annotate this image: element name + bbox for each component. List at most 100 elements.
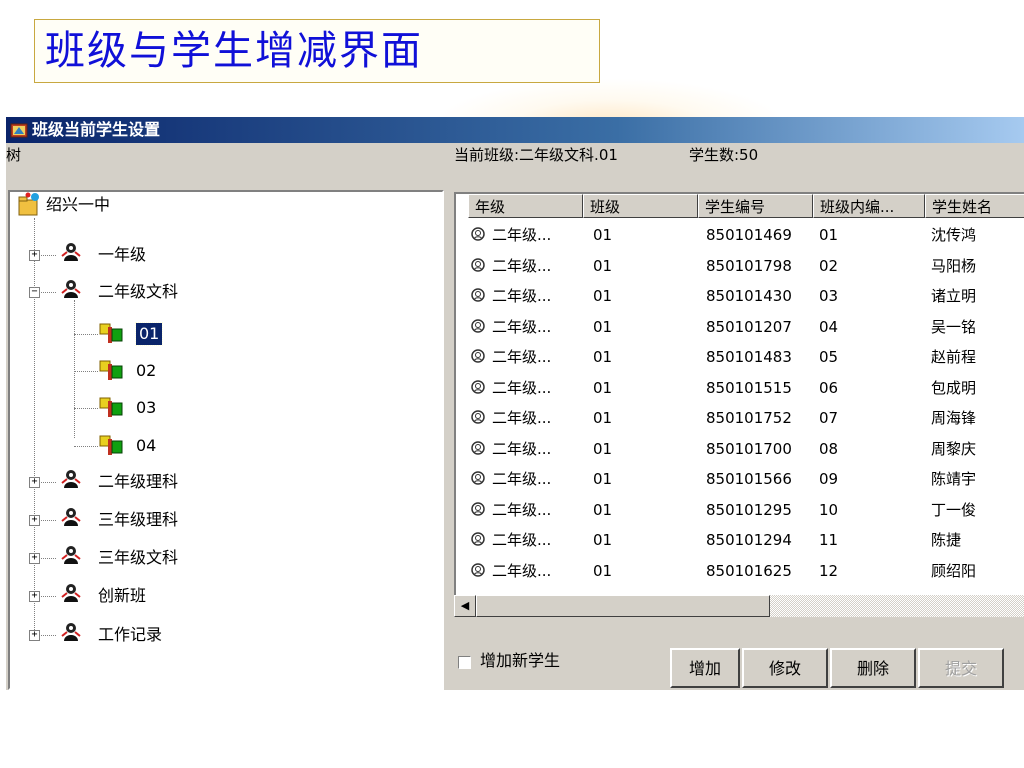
student-icon (471, 471, 485, 485)
scrollbar-thumb[interactable] (476, 595, 770, 617)
tree-node-grade[interactable]: 一年级 (58, 243, 298, 266)
collapse-icon[interactable]: − (29, 287, 40, 298)
tree-node-grade[interactable]: 工作记录 (58, 621, 298, 649)
table-row[interactable]: 二年级... 01 850101207 04 吴一铭 (456, 314, 1024, 340)
student-icon (471, 410, 485, 424)
school-icon (16, 191, 42, 223)
edit-button[interactable]: 修改 (742, 648, 828, 688)
group-person-icon (58, 278, 84, 306)
tree-node-class-02[interactable]: 02 (98, 360, 198, 382)
table-cell: 沈传鸿 (931, 226, 977, 244)
table-cell: 二年级... (492, 531, 552, 549)
tree-node-grade[interactable]: 二年级文科 (58, 278, 298, 306)
expand-icon[interactable]: + (29, 515, 40, 526)
table-cell: 01 (593, 409, 613, 427)
tree-node-grade[interactable]: 三年级文科 (58, 546, 298, 569)
col-student-id[interactable]: 学生编号 (698, 194, 813, 218)
add-new-student-label: 增加新学生 (480, 651, 561, 670)
table-row[interactable]: 二年级... 01 850101294 11 陈捷 (456, 527, 1024, 553)
table-row[interactable]: 二年级... 01 850101430 03 诸立明 (456, 283, 1024, 309)
table-cell: 01 (593, 348, 613, 366)
table-cell: 吴一铭 (931, 317, 977, 336)
tree-root-label: 绍兴一中 (46, 195, 111, 214)
student-icon (471, 349, 485, 363)
tree-node-grade[interactable]: 二年级理科 (58, 468, 298, 496)
submit-button[interactable]: 提交 (918, 648, 1004, 688)
table-row[interactable]: 二年级... 01 850101752 07 周海锋 (456, 405, 1024, 431)
tree-node-label: 工作记录 (98, 625, 163, 644)
table-cell: 01 (593, 317, 613, 336)
tree-node-label: 04 (136, 436, 157, 455)
table-cell: 01 (593, 439, 613, 458)
expand-icon[interactable]: + (29, 250, 40, 261)
group-person-icon (58, 621, 84, 649)
checkbox-box[interactable] (458, 656, 471, 669)
window-titlebar[interactable]: 班级当前学生设置 (6, 117, 1024, 143)
student-icon (471, 379, 485, 394)
table-cell: 二年级... (492, 317, 552, 336)
table-cell: 顾绍阳 (931, 561, 977, 580)
table-cell: 01 (593, 531, 613, 549)
table-cell: 01 (593, 287, 613, 305)
table-row[interactable]: 二年级... 01 850101566 09 陈靖宇 (456, 466, 1024, 492)
tree-connector (74, 300, 75, 438)
table-cell: 11 (819, 531, 839, 549)
col-class-number[interactable]: 班级内编... (813, 194, 925, 218)
scroll-left-button[interactable]: ◀ (454, 595, 476, 617)
tree-node-class-04[interactable]: 04 (98, 435, 198, 457)
table-row[interactable]: 二年级... 01 850101625 12 顾绍阳 (456, 558, 1024, 584)
table-cell: 05 (819, 348, 839, 366)
student-icon (471, 257, 485, 272)
table-cell: 850101752 (706, 409, 792, 427)
grid-horizontal-scrollbar[interactable]: ◀ (454, 595, 1024, 617)
table-cell: 850101700 (706, 439, 792, 458)
table-cell: 二年级... (492, 348, 552, 366)
table-cell: 01 (593, 256, 613, 275)
table-cell: 01 (819, 226, 839, 244)
table-row[interactable]: 二年级... 01 850101295 10 丁一俊 (456, 497, 1024, 523)
table-cell: 周黎庆 (931, 439, 977, 458)
table-cell: 二年级... (492, 439, 552, 458)
table-cell: 二年级... (492, 470, 552, 488)
table-cell: 赵前程 (931, 348, 977, 366)
group-person-icon (58, 468, 84, 496)
tree-node-label: 二年级文科 (98, 282, 179, 301)
table-cell: 包成明 (931, 378, 977, 397)
tree-node-label: 三年级文科 (98, 548, 179, 567)
tree-connector (74, 446, 98, 447)
tree-node-grade[interactable]: 创新班 (58, 584, 298, 607)
table-cell: 01 (593, 470, 613, 488)
tree-node-class-03[interactable]: 03 (98, 397, 198, 419)
window-title: 班级当前学生设置 (32, 120, 161, 139)
table-row[interactable]: 二年级... 01 850101483 05 赵前程 (456, 344, 1024, 370)
tree-pane-label: 树 (6, 146, 22, 164)
table-cell: 850101294 (706, 531, 792, 549)
student-grid[interactable]: 年级 班级 学生编号 班级内编... 学生姓名 二年级... 01 85010146… (454, 192, 1024, 595)
col-student-name[interactable]: 学生姓名 (925, 194, 1024, 218)
delete-button[interactable]: 删除 (830, 648, 916, 688)
slide-title: 班级与学生增减界面 (34, 19, 600, 83)
expand-icon[interactable]: + (29, 591, 40, 602)
table-row[interactable]: 二年级... 01 850101469 01 沈传鸿 (456, 222, 1024, 248)
expand-icon[interactable]: + (29, 553, 40, 564)
table-row[interactable]: 二年级... 01 850101700 08 周黎庆 (456, 436, 1024, 462)
table-cell: 二年级... (492, 378, 552, 397)
table-row[interactable]: 二年级... 01 850101515 06 包成明 (456, 375, 1024, 401)
table-cell: 陈靖宇 (931, 470, 977, 488)
col-grade[interactable]: 年级 (468, 194, 583, 218)
tree-node-class-01[interactable]: 01 (98, 322, 198, 346)
col-class[interactable]: 班级 (583, 194, 698, 218)
table-row[interactable]: 二年级... 01 850101798 02 马阳杨 (456, 253, 1024, 279)
expand-icon[interactable]: + (29, 477, 40, 488)
current-class-label: 当前班级:二年级文科.01 (454, 146, 618, 164)
table-cell: 马阳杨 (931, 256, 977, 275)
student-count-label: 学生数:50 (689, 146, 759, 164)
table-cell: 01 (593, 500, 613, 519)
table-cell: 06 (819, 378, 839, 397)
add-button[interactable]: 增加 (670, 648, 740, 688)
table-cell: 二年级... (492, 226, 552, 244)
table-cell: 850101430 (706, 287, 792, 305)
tree-node-grade[interactable]: 三年级理科 (58, 508, 298, 531)
tree-root-node[interactable]: 绍兴一中 (16, 192, 216, 216)
expand-icon[interactable]: + (29, 630, 40, 641)
